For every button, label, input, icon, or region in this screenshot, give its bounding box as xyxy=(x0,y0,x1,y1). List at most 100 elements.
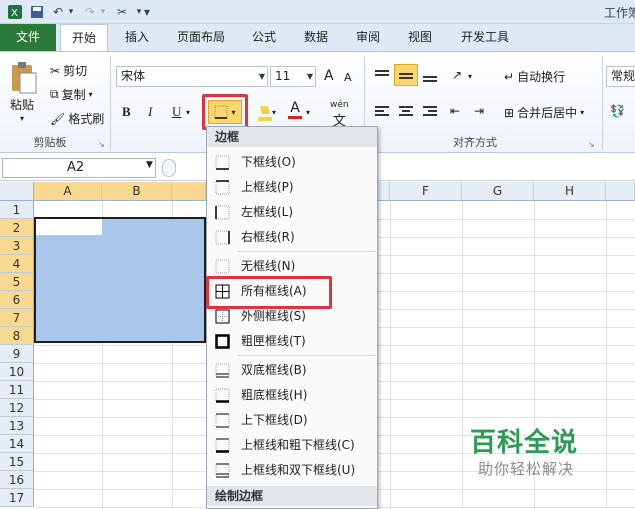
orientation-icon[interactable]: ↗ xyxy=(452,68,462,82)
redo-dropdown-icon[interactable]: ▾ xyxy=(98,3,108,21)
row-header-13[interactable]: 13 xyxy=(0,417,34,435)
increase-indent-icon[interactable]: ⇥ xyxy=(474,104,484,118)
italic-button[interactable]: I xyxy=(148,104,152,120)
grow-font-button[interactable]: A xyxy=(324,68,334,84)
outside-borders-icon xyxy=(215,309,230,324)
tab-data[interactable]: 数据 xyxy=(296,24,336,51)
paste-button[interactable]: 粘贴 xyxy=(10,96,34,113)
tab-insert[interactable]: 插入 xyxy=(116,24,158,51)
currency-icon[interactable]: 💱 xyxy=(610,104,625,118)
menu-item-double-bottom-border[interactable]: 双底框线(B) xyxy=(207,358,377,383)
font-color-button[interactable]: A xyxy=(288,100,302,119)
fill-color-dropdown-icon[interactable]: ▾ xyxy=(272,108,276,117)
tab-file[interactable]: 文件 xyxy=(0,24,56,51)
menu-item-top-bottom-border[interactable]: 上下框线(D) xyxy=(207,408,377,433)
font-name-value: 宋体 xyxy=(121,69,146,83)
name-box[interactable]: A2 xyxy=(2,158,156,178)
tab-page-layout[interactable]: 页面布局 xyxy=(170,24,232,51)
phonetic-button[interactable]: wén 文 xyxy=(330,100,349,129)
paste-icon[interactable] xyxy=(8,58,40,98)
align-right-icon[interactable] xyxy=(422,104,438,118)
row-header-12[interactable]: 12 xyxy=(0,399,34,417)
underline-dropdown-icon[interactable]: ▾ xyxy=(186,108,190,117)
name-box-dropdown-icon[interactable]: ▼ xyxy=(146,160,153,170)
column-header-i[interactable] xyxy=(606,182,635,201)
row-header-3[interactable]: 3 xyxy=(0,237,34,255)
font-color-dropdown-icon[interactable]: ▾ xyxy=(306,108,310,117)
undo-icon[interactable]: ↶ xyxy=(50,3,66,21)
cut-button[interactable]: ✂ 剪切 xyxy=(50,62,87,79)
align-middle-icon[interactable] xyxy=(394,64,418,86)
row-header-11[interactable]: 11 xyxy=(0,381,34,399)
row-header-4[interactable]: 4 xyxy=(0,255,34,273)
number-format-combo[interactable]: 常规 xyxy=(606,66,635,87)
menu-item-left-border[interactable]: 左框线(L) xyxy=(207,200,377,225)
tab-view[interactable]: 视图 xyxy=(400,24,440,51)
column-header-e[interactable] xyxy=(378,182,390,201)
font-size-combo[interactable]: 11 ▼ xyxy=(270,66,316,87)
row-header-1[interactable]: 1 xyxy=(0,201,34,219)
wrap-text-button[interactable]: ↵ 自动换行 xyxy=(504,68,565,85)
row-header-7[interactable]: 7 xyxy=(0,309,34,327)
align-left-icon[interactable] xyxy=(374,104,390,118)
row-header-8[interactable]: 8 xyxy=(0,327,34,345)
active-cell[interactable] xyxy=(36,219,102,235)
select-all-corner[interactable] xyxy=(0,182,34,201)
align-top-icon[interactable] xyxy=(374,68,390,82)
orientation-dropdown-icon[interactable]: ▾ xyxy=(468,72,472,81)
menu-item-top-double-bottom-border[interactable]: 上框线和双下框线(U) xyxy=(207,458,377,483)
font-name-combo[interactable]: 宋体 ▼ xyxy=(116,66,268,87)
decrease-indent-icon[interactable]: ⇤ xyxy=(450,104,460,118)
tools-icon[interactable]: ✂ xyxy=(112,3,132,21)
save-icon[interactable] xyxy=(28,3,46,21)
row-header-16[interactable]: 16 xyxy=(0,471,34,489)
align-bottom-icon[interactable] xyxy=(422,68,438,82)
merge-center-dropdown-icon[interactable]: ▾ xyxy=(580,108,584,117)
column-header-c[interactable] xyxy=(172,182,206,201)
row-header-15[interactable]: 15 xyxy=(0,453,34,471)
scissors-icon: ✂ xyxy=(50,63,61,78)
column-header-f[interactable]: F xyxy=(390,182,462,201)
customize-quick-access-icon[interactable]: ▾ xyxy=(142,3,152,21)
merge-center-icon: ⊞ xyxy=(504,105,515,120)
tab-developer[interactable]: 开发工具 xyxy=(454,24,516,51)
tab-review[interactable]: 审阅 xyxy=(348,24,388,51)
tab-formulas[interactable]: 公式 xyxy=(244,24,284,51)
clipboard-dialog-launcher-icon[interactable]: ↘ xyxy=(98,140,105,149)
row-header-6[interactable]: 6 xyxy=(0,291,34,309)
align-center-icon[interactable] xyxy=(398,104,414,118)
paste-dropdown-icon[interactable]: ▾ xyxy=(20,114,24,123)
column-header-b[interactable]: B xyxy=(102,182,172,201)
shrink-font-button[interactable]: A xyxy=(344,71,352,84)
row-header-9[interactable]: 9 xyxy=(0,345,34,363)
menu-item-bottom-border[interactable]: 下框线(O) xyxy=(207,150,377,175)
menu-item-top-border[interactable]: 上框线(P) xyxy=(207,175,377,200)
formula-bar-handle[interactable] xyxy=(162,159,176,177)
menu-item-thick-bottom-border[interactable]: 粗底框线(H) xyxy=(207,383,377,408)
selected-range[interactable] xyxy=(34,217,206,343)
merge-center-button[interactable]: ⊞ 合并后居中 ▾ xyxy=(504,104,584,121)
menu-item-top-thick-bottom-border[interactable]: 上框线和粗下框线(C) xyxy=(207,433,377,458)
row-header-17[interactable]: 17 xyxy=(0,489,34,507)
bold-button[interactable]: B xyxy=(122,104,131,120)
row-header-2[interactable]: 2 xyxy=(0,219,34,237)
row-header-14[interactable]: 14 xyxy=(0,435,34,453)
row-header-10[interactable]: 10 xyxy=(0,363,34,381)
menu-item-right-border[interactable]: 右框线(R) xyxy=(207,225,377,250)
column-header-a[interactable]: A xyxy=(34,182,102,201)
column-header-h[interactable]: H xyxy=(534,182,606,201)
copy-button[interactable]: ⧉ 复制 ▾ xyxy=(50,86,93,103)
alignment-dialog-launcher-icon[interactable]: ↘ xyxy=(588,140,595,149)
brush-icon: 🖌 xyxy=(50,111,66,126)
underline-button[interactable]: U xyxy=(172,104,181,120)
tab-home[interactable]: 开始 xyxy=(60,24,108,52)
copy-dropdown-icon[interactable]: ▾ xyxy=(89,90,93,99)
column-header-g[interactable]: G xyxy=(462,182,534,201)
row-header-5[interactable]: 5 xyxy=(0,273,34,291)
undo-dropdown-icon[interactable]: ▾ xyxy=(66,3,76,21)
menu-item-thick-box-border[interactable]: 粗匣框线(T) xyxy=(207,329,377,354)
font-size-dropdown-icon[interactable]: ▼ xyxy=(307,67,313,86)
font-name-dropdown-icon[interactable]: ▼ xyxy=(259,67,265,86)
format-painter-button[interactable]: 🖌 格式刷 xyxy=(50,110,104,127)
redo-icon[interactable]: ↷ xyxy=(82,3,98,21)
